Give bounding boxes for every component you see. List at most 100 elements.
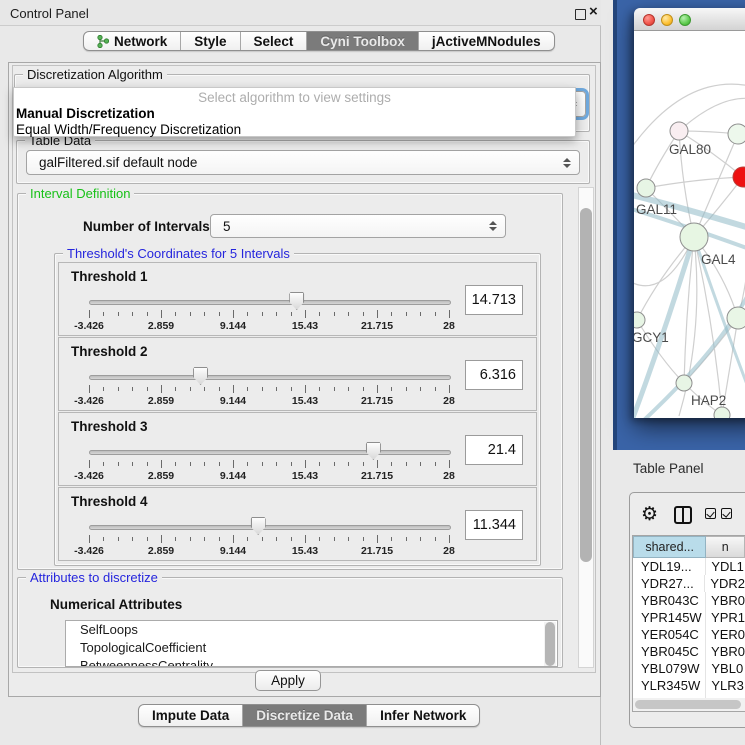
threshold-4-value-field[interactable]: 11.344 [465,510,523,540]
slider-ticks [89,310,449,320]
threshold-4-label: Threshold 4 [71,494,148,509]
threshold-2-slider-thumb[interactable] [193,367,208,385]
list-scrollbar[interactable] [544,622,556,666]
threshold-1-slider-track[interactable] [89,300,451,305]
list-item[interactable]: BetweennessCentrality [66,657,557,667]
threshold-2-slider-track[interactable] [89,375,451,380]
threshold-1-value-field[interactable]: 14.713 [465,285,523,315]
node-gal11 [637,179,655,197]
interval-definition-label: Interval Definition [26,186,134,201]
zoom-traffic-light[interactable] [679,14,691,26]
table-hscrollbar-thumb[interactable] [635,700,741,709]
float-window-icon[interactable] [575,9,586,20]
scale-label: 28 [443,470,455,482]
gear-icon[interactable]: ⚙ [641,503,658,526]
num-intervals-combobox[interactable]: 5 [210,214,506,238]
threshold-3-label: Threshold 3 [71,419,148,434]
thresholds-group-label: Threshold's Coordinates for 5 Intervals [63,246,294,261]
attributes-list[interactable]: SelfLoops TopologicalCoefficient Between… [65,620,558,667]
columns-icon[interactable] [674,506,692,524]
threshold-2-panel: Threshold 2 -3.426 2.859 9.144 15.43 21.… [58,337,537,411]
table-row[interactable]: YER054CYER0 [633,626,745,643]
combo-arrows-icon [489,221,497,231]
scale-label: 9.144 [220,545,246,557]
slider-ticks [89,460,449,470]
node-hap2 [676,375,692,391]
tab-infer-network[interactable]: Infer Network [367,705,479,726]
top-tab-bar: Network Style Select Cyni Toolbox jActiv… [83,31,555,51]
threshold-4-slider-thumb[interactable] [251,517,266,535]
num-intervals-value: 5 [223,219,231,234]
tab-network-label: Network [114,34,167,49]
table-row[interactable]: YBR043CYBR0 [633,592,745,609]
table-row[interactable]: YDL19...YDL1 [633,558,745,575]
node-attribute-table: shared... n YDL19...YDL1 YDR27...YDR2 YB… [632,535,745,712]
threshold-1-label: Threshold 1 [71,269,148,284]
table-row[interactable]: YPR145WYPR1 [633,609,745,626]
node-label: GAL11 [636,202,677,217]
network-graph: GAL80 G C GAL11 GAL4 GCY1 H HAP2 [634,31,745,418]
scale-label: 28 [443,395,455,407]
close-traffic-light[interactable] [643,14,655,26]
threshold-3-slider-track[interactable] [89,450,451,455]
panel-title: Control Panel [10,6,89,21]
table-row[interactable]: YBL079WYBL0 [633,660,745,677]
tab-cyni-toolbox[interactable]: Cyni Toolbox [307,32,419,50]
scale-label: 2.859 [148,320,174,332]
network-canvas[interactable]: GAL80 G C GAL11 GAL4 GCY1 H HAP2 [634,31,745,418]
network-icon [97,35,109,48]
column-header-shared-name[interactable]: shared... [633,536,706,558]
threshold-2-value-field[interactable]: 6.316 [465,360,523,390]
apply-button[interactable]: Apply [255,670,321,691]
scale-label: 15.43 [292,545,318,557]
node-gal4 [680,223,708,251]
scale-label: 2.859 [148,470,174,482]
checkbox-icon[interactable] [705,508,716,519]
tab-select[interactable]: Select [241,32,308,50]
screen: Control Panel × Network Style Se [0,0,745,745]
scale-label: 21.715 [361,320,393,332]
tab-style[interactable]: Style [181,32,240,50]
control-panel: Control Panel × Network Style Se [0,0,601,745]
algorithm-dropdown-popup: Select algorithm to view settings Manual… [13,87,576,137]
dropdown-item-equal-width[interactable]: Equal Width/Frequency Discretization [16,122,241,137]
threshold-2-label: Threshold 2 [71,344,148,359]
table-row[interactable]: YLR345WYLR3 [633,677,745,694]
threshold-4-slider-track[interactable] [89,525,451,530]
tab-discretize-data[interactable]: Discretize Data [243,705,367,726]
table-body[interactable]: YDL19...YDL1 YDR27...YDR2 YBR043CYBR0 YP… [633,558,745,699]
table-row[interactable]: YDR27...YDR2 [633,575,745,592]
scale-label: -3.426 [74,320,104,332]
scale-label: 9.144 [220,470,246,482]
table-data-combobox[interactable]: galFiltered.sif default node [26,150,580,175]
control-panel-titlebar: Control Panel × [0,0,601,26]
combo-arrows-icon [563,158,571,168]
num-intervals-label: Number of Intervals [83,219,210,234]
scale-label: 2.859 [148,395,174,407]
node-partial-bottom [714,407,730,418]
node-label: HAP2 [691,393,726,408]
column-header-name[interactable]: n [706,536,745,558]
table-header-row: shared... n [633,536,745,558]
close-icon[interactable]: × [589,3,598,20]
threshold-1-slider-thumb[interactable] [289,292,304,310]
panel-scrollbar-thumb[interactable] [580,208,592,562]
network-window-titlebar[interactable] [634,8,745,31]
tab-network[interactable]: Network [84,32,181,50]
table-row[interactable]: YBR045CYBR0 [633,643,745,660]
list-item[interactable]: TopologicalCoefficient [66,639,557,657]
minimize-traffic-light[interactable] [661,14,673,26]
scale-label: 15.43 [292,395,318,407]
dropdown-item-manual[interactable]: Manual Discretization [16,106,155,121]
scale-label: 21.715 [361,470,393,482]
tab-jactivemnodules[interactable]: jActiveMNodules [419,32,554,50]
scale-label: 21.715 [361,545,393,557]
threshold-3-value-field[interactable]: 21.4 [465,435,523,465]
threshold-3-slider-thumb[interactable] [366,442,381,460]
tab-impute-data[interactable]: Impute Data [139,705,243,726]
checkbox-icon[interactable] [721,508,732,519]
bottom-tab-bar: Impute Data Discretize Data Infer Networ… [138,704,480,727]
list-item[interactable]: SelfLoops [66,621,557,639]
threshold-1-panel: Threshold 1 -3.426 2.859 9.144 15.43 21.… [58,262,537,336]
attributes-group-label: Attributes to discretize [26,570,162,585]
